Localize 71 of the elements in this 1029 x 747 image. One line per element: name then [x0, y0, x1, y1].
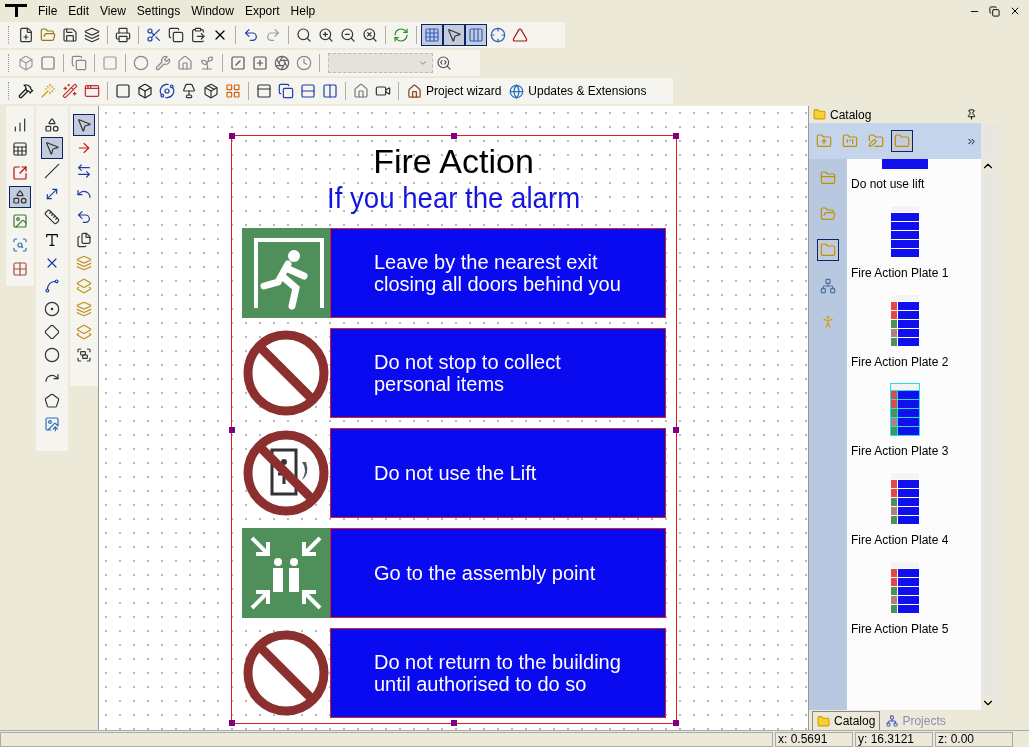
catalog-item[interactable]: Fire Action Plate 1: [850, 205, 960, 280]
instruction-text: Do not return to the building: [374, 651, 622, 673]
running-figure-icon: [241, 228, 330, 318]
snap-pointer-icon[interactable]: [443, 24, 465, 46]
folder-icon[interactable]: [817, 239, 839, 261]
instruction-panel[interactable]: Do not use the Lift: [330, 428, 666, 518]
panel-title: Catalog: [830, 106, 872, 124]
sign-title: Fire Action: [373, 141, 534, 181]
scroll-up-icon[interactable]: [981, 159, 995, 173]
menu-item[interactable]: Edit: [63, 2, 95, 20]
globe-icon: [509, 83, 525, 99]
instruction-text: until authorised to do so: [374, 673, 588, 695]
selection-handle[interactable]: [228, 720, 235, 726]
catalog-item[interactable]: Fire Action Plate 4: [850, 472, 960, 547]
prohibition-icon: [241, 328, 330, 418]
folder-icon: [817, 714, 830, 728]
pointer-icon[interactable]: [73, 114, 95, 136]
folder-icon: [813, 108, 826, 121]
catalog-item[interactable]: Do not use lift: [850, 159, 960, 191]
status-field: z: 0.00: [935, 731, 1013, 747]
caret-icon: [418, 58, 428, 68]
dropdown-field[interactable]: [328, 53, 433, 73]
assembly-point-icon: [241, 528, 330, 618]
instruction-panel[interactable]: Do not stop to collect personal items: [330, 328, 666, 418]
scroll-down-icon[interactable]: [981, 696, 995, 710]
app-logo-icon: [4, 4, 28, 18]
instruction-text: personal items: [374, 373, 506, 395]
prohibition-icon: [241, 628, 330, 718]
menu-item[interactable]: Help: [285, 2, 321, 20]
toolbar-link[interactable]: Updates & Extensions: [505, 82, 651, 100]
selection-handle[interactable]: [450, 720, 457, 726]
menu-item[interactable]: Export: [239, 2, 285, 20]
instruction-panel[interactable]: Leave by the nearest exit closing all doors behind you: [330, 228, 666, 318]
status-field: y: 16.3121: [855, 731, 933, 747]
instruction-panel[interactable]: Go to the assembly point: [330, 528, 666, 618]
instruction-text: Leave by the nearest exit: [374, 251, 599, 273]
pin-icon[interactable]: [966, 109, 977, 120]
selection-handle[interactable]: [228, 133, 235, 139]
panel-tab[interactable]: Catalog: [812, 711, 881, 730]
menu-item[interactable]: Window: [186, 2, 239, 20]
no-lift-icon: [241, 428, 330, 518]
grid-icon[interactable]: [421, 24, 443, 46]
catalog-item[interactable]: Fire Action Plate 3: [850, 383, 960, 458]
drawing-canvas[interactable]: [98, 106, 808, 730]
selection-handle[interactable]: [450, 133, 457, 139]
status-field: x: 0.5691: [775, 731, 853, 747]
catalog-item[interactable]: Fire Action Plate 5: [850, 561, 960, 636]
instruction-panel[interactable]: Do not return to the building until authorised to do so: [330, 628, 666, 718]
columns-icon[interactable]: [465, 24, 487, 46]
pointer-icon[interactable]: [41, 137, 63, 159]
sign-thumbnail: [882, 159, 928, 169]
toolbar-link[interactable]: Project wizard: [403, 82, 506, 100]
instruction-text: Go to the assembly point: [374, 562, 597, 584]
instruction-text: Do not use the Lift: [374, 462, 538, 484]
shapes-icon[interactable]: [9, 186, 31, 208]
selection-handle[interactable]: [228, 426, 235, 433]
instruction-text: closing all doors behind you: [374, 273, 622, 295]
menu-item[interactable]: File: [33, 2, 63, 20]
close-icon[interactable]: [1009, 5, 1021, 17]
house-icon: [407, 83, 422, 99]
restore-icon[interactable]: [989, 5, 1000, 17]
menu-item[interactable]: Settings: [131, 2, 186, 20]
instruction-text: Do not stop to collect: [374, 351, 562, 373]
sign-frame[interactable]: [230, 135, 677, 724]
hierarchy-icon: [886, 715, 899, 727]
catalog-item[interactable]: Fire Action Plate 2: [850, 294, 960, 369]
selection-handle[interactable]: [672, 133, 679, 139]
selection-handle[interactable]: [672, 426, 679, 433]
menu-item[interactable]: View: [95, 2, 131, 20]
selection-handle[interactable]: [672, 720, 679, 726]
sign-subtitle: If you hear the alarm: [326, 181, 581, 215]
